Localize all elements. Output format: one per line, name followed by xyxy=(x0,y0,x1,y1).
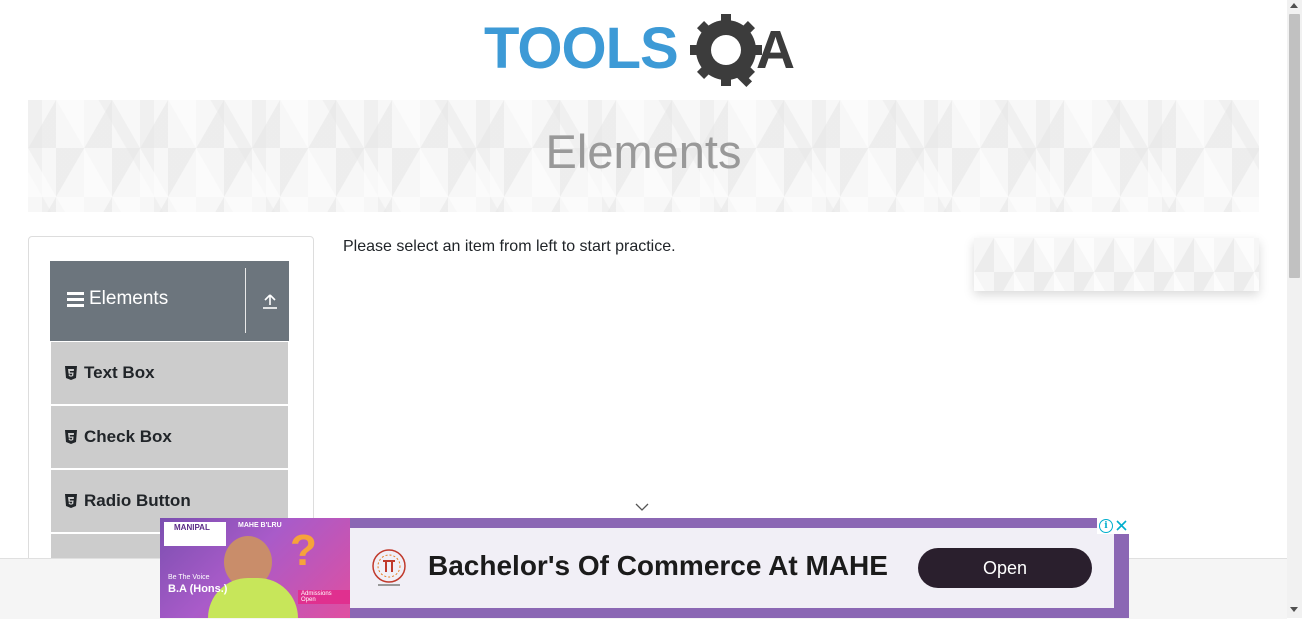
collapse-up-icon xyxy=(263,294,277,309)
ad-open-button[interactable]: Open xyxy=(918,548,1092,588)
scrollbar-thumb[interactable] xyxy=(1289,14,1300,278)
sidebar-item-label: Text Box xyxy=(84,363,155,382)
vertical-scrollbar[interactable] xyxy=(1287,0,1302,618)
hamburger-icon xyxy=(67,292,84,307)
practice-instruction: Please select an item from left to start… xyxy=(343,238,676,255)
ad-choices[interactable]: i xyxy=(1097,518,1129,534)
sidebar-group-elements[interactable]: Elements xyxy=(50,261,289,341)
toolsqa-logo[interactable]: TOOLS A xyxy=(484,14,808,92)
chevron-down-icon[interactable] xyxy=(634,502,650,512)
sidebar-item-label: Check Box xyxy=(84,427,172,446)
page-banner: Elements xyxy=(28,100,1259,212)
sidebar-group-title: Elements xyxy=(89,288,169,309)
ad-badge: Admissions Open xyxy=(298,590,350,604)
html5-icon xyxy=(65,494,77,508)
ad-headline[interactable]: Bachelor's Of Commerce At MAHE xyxy=(428,550,888,582)
ad-tagline-small: Be The Voice xyxy=(168,574,210,581)
sidebar-item-text-box[interactable]: Text Box xyxy=(51,342,288,405)
ad-panel[interactable]: Bachelor's Of Commerce At MAHE Open xyxy=(350,528,1114,608)
header-divider xyxy=(245,268,246,333)
bottom-ad[interactable]: MANIPAL MAHE B'LRU ? Be The Voice B.A (H… xyxy=(160,518,1129,618)
ad-close-icon[interactable] xyxy=(1115,519,1128,532)
page-title: Elements xyxy=(545,125,742,178)
logo-text-a: A xyxy=(756,20,795,80)
scroll-down-arrow-icon[interactable] xyxy=(1290,607,1298,612)
sidebar-item-label: Radio Button xyxy=(84,491,191,510)
scroll-up-arrow-icon[interactable] xyxy=(1290,3,1298,8)
mahe-logo-icon xyxy=(372,549,406,586)
ad-image[interactable]: MANIPAL MAHE B'LRU ? Be The Voice B.A (H… xyxy=(160,518,350,618)
html5-icon xyxy=(65,366,77,380)
gear-magnifier-icon xyxy=(690,14,762,88)
html5-icon xyxy=(65,430,77,444)
ad-brand-sub: MAHE B'LRU xyxy=(238,522,282,529)
collapse-button[interactable] xyxy=(250,275,289,327)
logo-text-tools: TOOLS xyxy=(484,16,678,81)
ad-info-icon[interactable]: i xyxy=(1099,519,1113,533)
ad-brand: MANIPAL xyxy=(174,523,210,532)
side-ad-placeholder xyxy=(974,238,1259,291)
question-mark-icon: ? xyxy=(290,526,317,575)
sidebar-item-check-box[interactable]: Check Box xyxy=(51,406,288,469)
ad-tagline-big: B.A (Hons.) xyxy=(168,583,228,595)
